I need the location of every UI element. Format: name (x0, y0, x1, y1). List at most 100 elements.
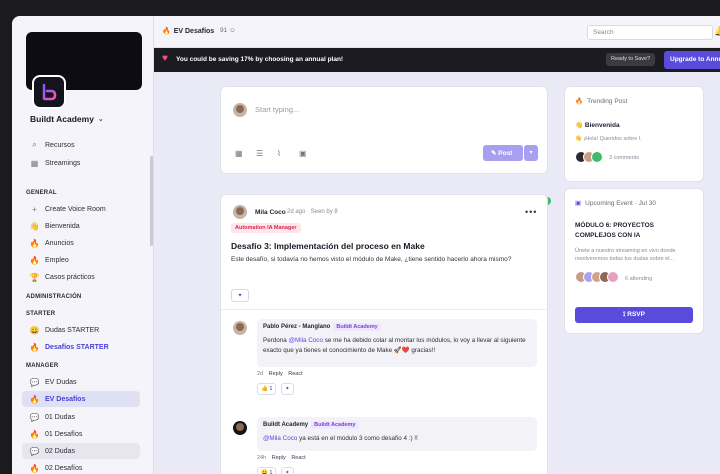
calendar-icon: ▣ (575, 200, 582, 207)
mention-link[interactable]: @Mila Coco (263, 435, 297, 442)
community-name[interactable]: Buildt Academy ⌄ (30, 114, 104, 124)
users-icon: ☺ (229, 27, 236, 34)
comment-time: 24h (257, 455, 267, 461)
ready-to-save-badge: Ready to Save? (606, 53, 656, 66)
sidebar-scrollbar[interactable] (150, 156, 153, 246)
plus-icon: + (32, 204, 37, 214)
role-tag: Automation IA Manager (231, 223, 301, 233)
post-body: Este desafío, si todavía no hemos visto … (231, 256, 512, 263)
paperclip-icon: ⌕ (32, 140, 37, 149)
badge: Buildt Academy (311, 421, 359, 429)
reaction-chip[interactable]: 😀 1 (257, 467, 277, 474)
sidebar-item-01-desafios[interactable]: 🔥 01 Desafíos (22, 426, 140, 442)
mention-link[interactable]: @Mila Coco (289, 337, 323, 344)
comment-count: 3 comments (609, 155, 639, 161)
sidebar-item-ev-dudas[interactable]: 💬 EV Dudas (22, 374, 140, 390)
divider (221, 309, 549, 310)
sidebar-item-02-dudas[interactable]: 💬 02 Dudas (22, 443, 140, 459)
post-card: Mila Coco 2d ago · Seen by 8 ••• Automat… (220, 194, 549, 474)
sidebar-item-label: EV Dudas (45, 378, 77, 386)
more-options-icon[interactable]: ••• (525, 207, 537, 217)
sidebar-item-bienvenida[interactable]: 👋 Bienvenida (22, 218, 140, 234)
add-reaction-button[interactable]: ✦ (231, 289, 249, 302)
channel-title: EV Desafíos (173, 27, 215, 35)
sidebar-item-desafios-starter[interactable]: 🔥 Desafíos STARTER (22, 339, 140, 355)
sidebar-item-streamings[interactable]: ▦ Streamings (22, 155, 140, 171)
comment-author-name[interactable]: Buildt Academy (263, 422, 308, 428)
post-options-dropdown[interactable]: ▾ (524, 145, 538, 161)
fire-icon: 🔥 (29, 463, 40, 473)
upcoming-event-card[interactable]: ▣ Upcoming Event · Jul 30 MÓDULO 6: PROY… (564, 188, 704, 334)
fire-icon: 🔥 (29, 238, 40, 248)
sidebar-item-label: 02 Desafíos (45, 464, 83, 472)
attachment-icon[interactable]: ⌇ (277, 149, 281, 158)
gif-icon[interactable]: ▣ (299, 149, 307, 158)
trending-excerpt: 👋 ¡Hola! Queridos sobre l. (575, 136, 642, 142)
sidebar-item-label: 01 Desafíos (45, 430, 83, 438)
comment: Pablo Pérez - Manglano Buildt Academy Per… (257, 319, 537, 367)
reply-link[interactable]: Reply (269, 371, 283, 377)
member-count[interactable]: 91 ☺ (220, 27, 236, 34)
sidebar-item-anuncios[interactable]: 🔥 Anuncios (22, 235, 140, 251)
avatar (233, 205, 247, 219)
trending-header: 🔥 Trending Post (575, 97, 627, 106)
chat-icon: 💬 (29, 412, 40, 422)
fire-icon: 🔥 (29, 342, 40, 352)
sidebar-item-label: Create Voice Room (45, 205, 106, 213)
sidebar-item-label: Empleo (45, 256, 69, 264)
sidebar-item-recursos[interactable]: ⌕ Recursos (22, 137, 140, 153)
sidebar-item-label: 02 Dudas (45, 447, 75, 455)
reaction-chip[interactable]: 👍 1 (257, 383, 277, 395)
sidebar-item-casos-practicos[interactable]: 🏆 Casos prácticos (22, 269, 140, 285)
comment-author-name[interactable]: Pablo Pérez - Manglano (263, 324, 330, 330)
sidebar-item-dudas-starter[interactable]: 😀 Dudas STARTER (22, 322, 140, 338)
sidebar-item-label: Bienvenida (45, 222, 80, 230)
sidebar-item-label: Anuncios (45, 239, 74, 247)
add-reaction-button[interactable]: ✦ (281, 467, 294, 474)
sidebar-item-label: Recursos (45, 141, 75, 149)
react-link[interactable]: React (288, 371, 302, 377)
comment-time: 2d (257, 371, 264, 377)
sidebar-item-01-dudas[interactable]: 💬 01 Dudas (22, 409, 140, 425)
comment-meta: 24h Reply React (257, 455, 306, 461)
sidebar-item-empleo[interactable]: 🔥 Empleo (22, 252, 140, 268)
reply-link[interactable]: Reply (272, 455, 286, 461)
rsvp-button[interactable]: ⟟ RSVP (575, 307, 693, 323)
sidebar-item-02-desafios[interactable]: 🔥 02 Desafíos (22, 460, 140, 474)
sidebar-item-label: EV Desafíos (45, 395, 86, 403)
rsvp-label: RSVP (627, 311, 645, 318)
upcoming-heading: Upcoming Event · Jul 30 (585, 199, 656, 207)
smile-icon: 😀 (261, 470, 268, 474)
hand-icon: 👋 (29, 221, 40, 231)
community-logo[interactable] (32, 75, 66, 109)
avatar (607, 271, 619, 283)
composer-input[interactable]: Start typing... (255, 105, 299, 114)
thumbs-up-icon: 👍 (261, 386, 268, 392)
upgrade-button[interactable]: Upgrade to Annual (664, 51, 720, 69)
top-bar: 🔥 EV Desafíos 91 ☺ Search 🔔 (154, 16, 720, 48)
sidebar-item-label: Desafíos STARTER (45, 343, 109, 351)
avatar (233, 103, 247, 117)
react-link[interactable]: React (291, 455, 305, 461)
sidebar-item-ev-desafios[interactable]: 🔥 EV Desafíos (22, 391, 140, 407)
calendar-icon: ▦ (30, 158, 39, 168)
section-header-manager: MANAGER (26, 363, 59, 369)
calendar-icon[interactable]: ▦ (235, 149, 243, 158)
sidebar-item-label: Dudas STARTER (45, 326, 100, 334)
post-author[interactable]: Mila Coco (255, 209, 286, 216)
post-title: Desafío 3: Implementación del proceso en… (231, 241, 425, 251)
attending-count: 6 attending (625, 276, 653, 282)
bell-icon[interactable]: 🔔 (714, 26, 720, 37)
community-name-label: Buildt Academy (30, 114, 94, 124)
sidebar-item-create-voice-room[interactable]: + Create Voice Room (22, 201, 140, 217)
reaction-icon: ✦ (285, 470, 290, 474)
list-icon[interactable]: ☰ (256, 149, 263, 158)
avatar (591, 151, 603, 163)
post-button[interactable]: ✎ Post (483, 145, 523, 161)
add-reaction-button[interactable]: ✦ (281, 383, 294, 395)
avatar (233, 421, 247, 435)
fire-icon: 🔥 (162, 28, 171, 35)
search-input[interactable]: Search (587, 25, 713, 40)
trending-post-card[interactable]: 🔥 Trending Post 👋 Bienvenida 👋 ¡Hola! Qu… (564, 86, 704, 182)
smile-icon: 😀 (29, 325, 40, 335)
